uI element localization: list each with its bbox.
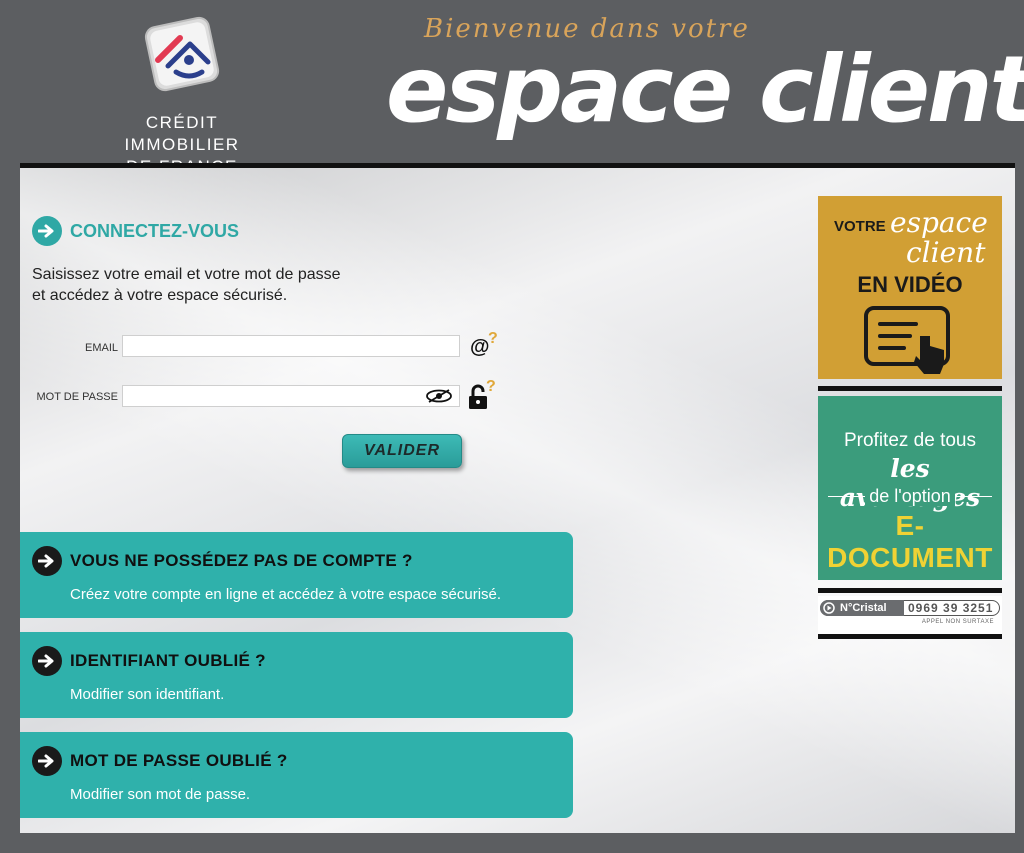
card-subtitle: Créez votre compte en ligne et accédez à… <box>70 586 502 603</box>
welcome-title: espace client <box>386 36 1024 143</box>
forgot-password-card[interactable]: MOT DE PASSE OUBLIÉ ? Modifier son mot d… <box>20 732 573 818</box>
password-label: MOT DE PASSE <box>36 391 118 403</box>
cristal-phone-banner[interactable]: N°Cristal 0969 39 3251 APPEL NON SURTAXE <box>818 596 1002 636</box>
promo-votre: VOTRE <box>834 218 886 235</box>
sidebar-divider <box>818 588 1002 593</box>
card-title: VOUS NE POSSÉDEZ PAS DE COMPTE ? <box>70 551 413 570</box>
email-label: EMAIL <box>84 342 118 354</box>
promo-doc-line-4: E-DOCUMENT <box>827 510 993 573</box>
arrow-right-icon <box>32 646 62 676</box>
email-help-icon[interactable]: @ ? <box>470 330 500 360</box>
card-subtitle: Modifier son identifiant. <box>70 686 225 703</box>
cristal-number[interactable]: 0969 39 3251 <box>908 600 993 616</box>
sidebar-divider <box>818 634 1002 639</box>
login-heading: CONNECTEZ-VOUS <box>32 216 239 246</box>
question-icon: ? <box>486 378 496 395</box>
cristal-note: APPEL NON SURTAXE <box>921 619 994 625</box>
e-document-promo-banner[interactable]: Profitez de tous les avantages de l'opti… <box>818 396 1002 580</box>
promo-doc-line-1: Profitez de tous <box>843 430 977 451</box>
arrow-right-icon <box>32 746 62 776</box>
promo-espace: espace <box>890 206 988 239</box>
credit-immobilier-logo-icon <box>144 16 220 92</box>
promo-doc-line-3: de l'option <box>818 486 1002 507</box>
promo-en-video: EN VIDÉO <box>857 272 963 297</box>
password-input[interactable] <box>122 385 460 407</box>
arrow-right-icon <box>32 546 62 576</box>
promo-client: client <box>906 236 986 269</box>
eye-slash-icon[interactable] <box>425 389 453 403</box>
video-promo-banner[interactable]: VOTRE espace client EN VIDÉO <box>818 196 1002 379</box>
main-content: CONNECTEZ-VOUS Saisissez votre email et … <box>20 168 1015 833</box>
question-icon: ? <box>488 330 498 347</box>
arrow-right-icon <box>32 216 62 246</box>
card-title: IDENTIFIANT OUBLIÉ ? <box>70 651 266 670</box>
password-help-icon[interactable]: ? <box>468 378 500 412</box>
header: CRÉDIT IMMOBILIER DE FRANCE Bienvenue da… <box>20 0 1024 176</box>
forgot-identifier-card[interactable]: IDENTIFIANT OUBLIÉ ? Modifier son identi… <box>20 632 573 718</box>
promo-doc-line-3-text: de l'option <box>865 486 955 506</box>
sidebar-divider <box>818 386 1002 391</box>
submit-button[interactable]: VALIDER <box>342 434 462 468</box>
page-frame: CRÉDIT IMMOBILIER DE FRANCE Bienvenue da… <box>20 0 1024 833</box>
card-heading: VOUS NE POSSÉDEZ PAS DE COMPTE ? <box>32 546 413 576</box>
lock-icon <box>469 384 487 409</box>
create-account-card[interactable]: VOUS NE POSSÉDEZ PAS DE COMPTE ? Créez v… <box>20 532 573 618</box>
card-heading: IDENTIFIANT OUBLIÉ ? <box>32 646 266 676</box>
login-title: CONNECTEZ-VOUS <box>70 220 240 241</box>
logo[interactable]: CRÉDIT IMMOBILIER DE FRANCE <box>94 16 270 176</box>
at-icon: @ <box>470 336 490 358</box>
play-circle-icon <box>823 602 835 614</box>
card-subtitle: Modifier son mot de passe. <box>70 786 251 803</box>
intro-line-2: et accédez à votre espace sécurisé. <box>32 287 288 304</box>
email-input[interactable] <box>122 335 460 357</box>
card-title: MOT DE PASSE OUBLIÉ ? <box>70 751 288 770</box>
intro-line-1: Saisissez votre email et votre mot de pa… <box>32 266 341 283</box>
video-tablet-icon <box>864 306 950 374</box>
card-heading: MOT DE PASSE OUBLIÉ ? <box>32 746 288 776</box>
login-intro: Saisissez votre email et votre mot de pa… <box>32 264 341 306</box>
logo-line-1: CRÉDIT IMMOBILIER <box>124 113 240 154</box>
